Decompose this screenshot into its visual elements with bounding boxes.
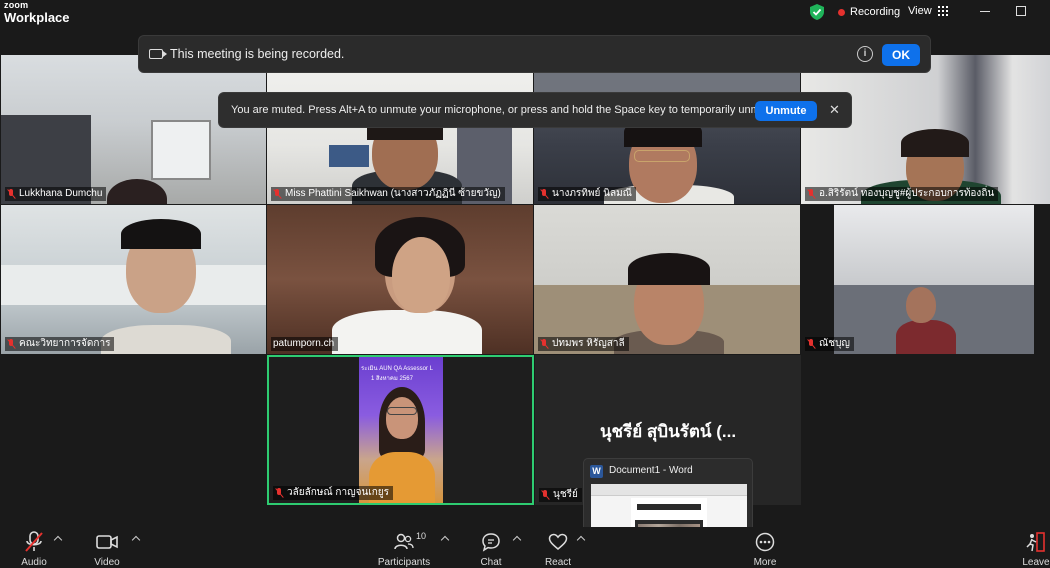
video-label: Video xyxy=(94,557,120,568)
video-camera-icon xyxy=(96,535,118,549)
word-window-title: Document1 - Word xyxy=(609,465,693,476)
participants-count: 10 xyxy=(416,531,427,541)
mic-muted-icon xyxy=(541,490,550,500)
participants-icon xyxy=(394,533,414,550)
video-tile[interactable]: patumporn.ch xyxy=(267,205,533,354)
close-icon[interactable]: ✕ xyxy=(829,102,840,118)
video-button[interactable]: Video xyxy=(88,531,126,568)
word-icon: W xyxy=(590,465,603,478)
audio-button[interactable]: Audio xyxy=(14,531,54,568)
mic-muted-icon xyxy=(273,189,282,199)
title-bar: zoom Workplace Recording View xyxy=(0,0,1050,27)
grid-icon xyxy=(937,6,948,16)
view-button[interactable]: View xyxy=(908,5,948,17)
react-button[interactable]: React xyxy=(540,531,576,568)
participant-name-tag: Lukkhana Dumchu xyxy=(5,187,107,201)
logo-zoom: zoom xyxy=(4,0,29,10)
react-label: React xyxy=(544,557,572,568)
shared-video-frame: ระเมิน AUN QA Assessor L 1 สิงหาคม 2567 xyxy=(359,357,443,503)
camera-icon xyxy=(149,49,167,59)
video-options-chevron-icon[interactable] xyxy=(131,535,141,545)
meeting-toolbar: Audio Video 10 Participants Chat React M… xyxy=(0,527,1050,568)
participant-name-tag: วลัยลักษณ์ กาญจนเกยูร xyxy=(273,486,394,500)
mic-muted-icon xyxy=(807,189,816,199)
recording-dot-icon xyxy=(838,8,845,16)
participant-name-tag: ณัชบุญ xyxy=(805,337,854,351)
unmute-button[interactable]: Unmute xyxy=(755,101,817,121)
recording-indicator[interactable]: Recording xyxy=(838,6,900,18)
video-tile-active-speaker[interactable]: ระเมิน AUN QA Assessor L 1 สิงหาคม 2567 … xyxy=(267,355,534,505)
video-tile[interactable]: อ.สิริรัตน์ ทองบุญชู#ผู้ประกอบการท้องถิ่… xyxy=(801,55,1050,204)
chat-options-chevron-icon[interactable] xyxy=(512,535,522,545)
chat-button[interactable]: Chat xyxy=(474,531,508,568)
slide-title: ระเมิน AUN QA Assessor L xyxy=(361,366,433,372)
recording-notice-banner: This meeting is being recorded. i OK xyxy=(138,35,931,73)
leave-button[interactable]: Leave xyxy=(1022,531,1050,568)
more-label: More xyxy=(753,557,777,568)
participant-display-name: นุชรีย์ สุบินรัตน์ (... xyxy=(599,422,737,441)
muted-notice-banner: You are muted. Press Alt+A to unmute you… xyxy=(218,92,852,128)
app-logo: zoom Workplace xyxy=(4,0,70,25)
recording-label: Recording xyxy=(850,6,901,18)
react-options-chevron-icon[interactable] xyxy=(576,535,586,545)
slide-date: 1 สิงหาคม 2567 xyxy=(371,376,413,382)
video-tile[interactable]: คณะวิทยาการจัดการ xyxy=(1,205,266,354)
info-icon[interactable]: i xyxy=(857,46,873,62)
heart-icon xyxy=(548,533,568,550)
participant-name-tag: Miss Phattini Saikhwan (นางสาวภัฏฏินี ซ้… xyxy=(271,187,505,201)
leave-icon xyxy=(1026,532,1045,552)
audio-options-chevron-icon[interactable] xyxy=(53,535,63,545)
chat-label: Chat xyxy=(480,557,502,568)
participants-label: Participants xyxy=(377,557,431,568)
mic-muted-icon xyxy=(275,488,284,498)
mic-muted-icon xyxy=(807,339,816,349)
participant-name-tag: ปทมพร หิรัญสาลี xyxy=(538,337,629,351)
chat-icon xyxy=(482,533,500,552)
participant-name-tag: นุชรีย์ xyxy=(539,488,582,502)
more-icon xyxy=(755,532,775,552)
mic-muted-icon xyxy=(7,339,16,349)
shield-check-icon[interactable] xyxy=(810,4,824,20)
ok-button[interactable]: OK xyxy=(882,44,920,66)
participant-name-tag: นางภรทิพย์ นิลมณี xyxy=(538,187,636,201)
minimize-icon[interactable] xyxy=(980,11,990,12)
video-tile[interactable]: ณัชบุญ xyxy=(801,205,1050,354)
video-tile[interactable]: นางภรทิพย์ นิลมณี xyxy=(534,55,800,204)
recording-notice-text: This meeting is being recorded. xyxy=(170,47,345,61)
logo-workplace: Workplace xyxy=(4,10,70,25)
video-tile[interactable]: Miss Phattini Saikhwan (นางสาวภัฏฏินี ซ้… xyxy=(267,55,533,204)
participants-button[interactable]: 10 Participants xyxy=(376,531,432,568)
mic-muted-icon xyxy=(540,339,549,349)
more-button[interactable]: More xyxy=(748,531,782,568)
muted-notice-text: You are muted. Press Alt+A to unmute you… xyxy=(231,104,779,116)
audio-label: Audio xyxy=(21,557,47,568)
restore-icon[interactable] xyxy=(1016,6,1026,16)
mic-muted-icon xyxy=(7,189,16,199)
participants-options-chevron-icon[interactable] xyxy=(440,535,450,545)
mic-muted-icon xyxy=(540,189,549,199)
video-tile[interactable]: Lukkhana Dumchu xyxy=(1,55,266,204)
view-label: View xyxy=(908,5,932,17)
participant-name-tag: คณะวิทยาการจัดการ xyxy=(5,337,115,351)
mic-muted-icon xyxy=(25,531,43,552)
participant-name-tag: อ.สิริรัตน์ ทองบุญชู#ผู้ประกอบการท้องถิ่… xyxy=(805,187,999,201)
leave-label: Leave xyxy=(1022,557,1050,568)
participant-name-tag: patumporn.ch xyxy=(271,337,339,351)
video-tile[interactable]: ปทมพร หิรัญสาลี xyxy=(534,205,800,354)
